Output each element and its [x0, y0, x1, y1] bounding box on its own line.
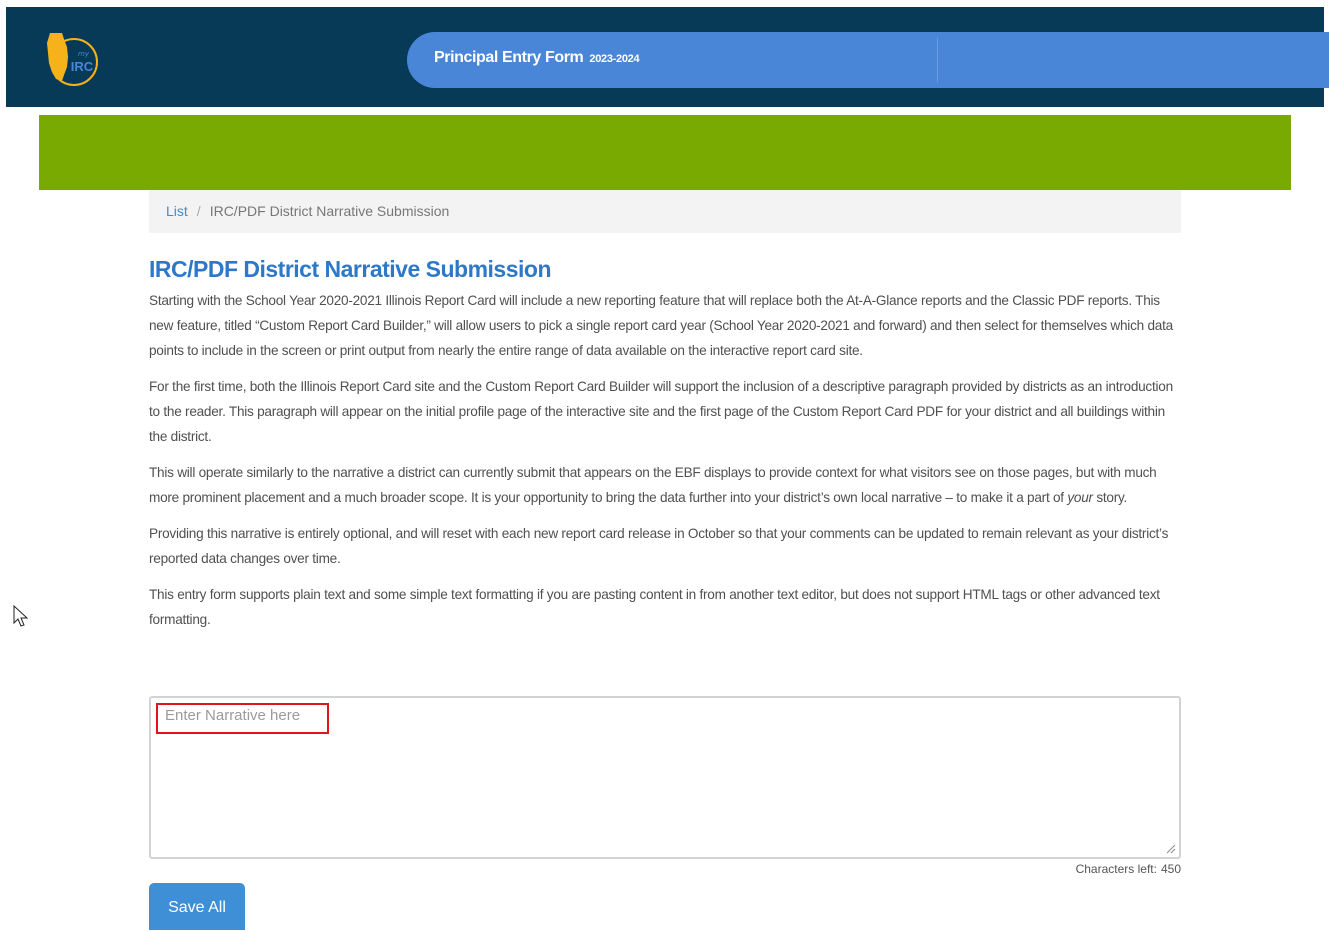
form-title: Principal Entry Form [434, 49, 584, 66]
formatting-paragraph: This entry form supports plain text and … [149, 587, 1160, 627]
mouse-pointer-icon [13, 605, 29, 627]
save-all-button[interactable]: Save All [149, 883, 245, 930]
intro-paragraph: Starting with the School Year 2020-2021 … [149, 293, 1173, 358]
site-header: my IRC Principal Entry Form 2023-2024 [6, 7, 1329, 107]
breadcrumb-list-link[interactable]: List [166, 203, 188, 219]
descriptive-paragraph: For the first time, both the Illinois Re… [149, 379, 1173, 444]
optional-paragraph: Providing this narrative is entirely opt… [149, 526, 1169, 566]
characters-left-counter: Characters left: 450 [1000, 862, 1181, 876]
narrative-textarea-container [149, 696, 1181, 859]
breadcrumb-current-page: IRC/PDF District Narrative Submission [209, 203, 450, 219]
narrative-context-paragraph: This will operate similarly to the narra… [149, 465, 1157, 505]
resize-handle-icon[interactable] [1166, 844, 1176, 854]
characters-left-value: 450 [1160, 862, 1181, 876]
banner-divider [937, 38, 938, 82]
svg-text:my: my [78, 50, 90, 58]
page-title: IRC/PDF District Narrative Submission [149, 256, 552, 282]
logo-text: IRC [71, 59, 94, 74]
breadcrumb: List / IRC/PDF District Narrative Submissi… [149, 190, 1181, 233]
form-year: 2023-2024 [589, 53, 640, 65]
form-title-banner: Principal Entry Form 2023-2024 [407, 32, 1329, 88]
illinois-state-logo-icon[interactable]: my IRC [40, 29, 104, 93]
breadcrumb-separator: / [196, 203, 201, 219]
instructions: Starting with the School Year 2020-2021 … [149, 288, 1183, 643]
narrative-textarea[interactable] [151, 698, 1179, 857]
green-banner [39, 115, 1291, 190]
emphasis-your: your [1067, 490, 1093, 505]
characters-left-label: Characters left: [1075, 862, 1157, 876]
